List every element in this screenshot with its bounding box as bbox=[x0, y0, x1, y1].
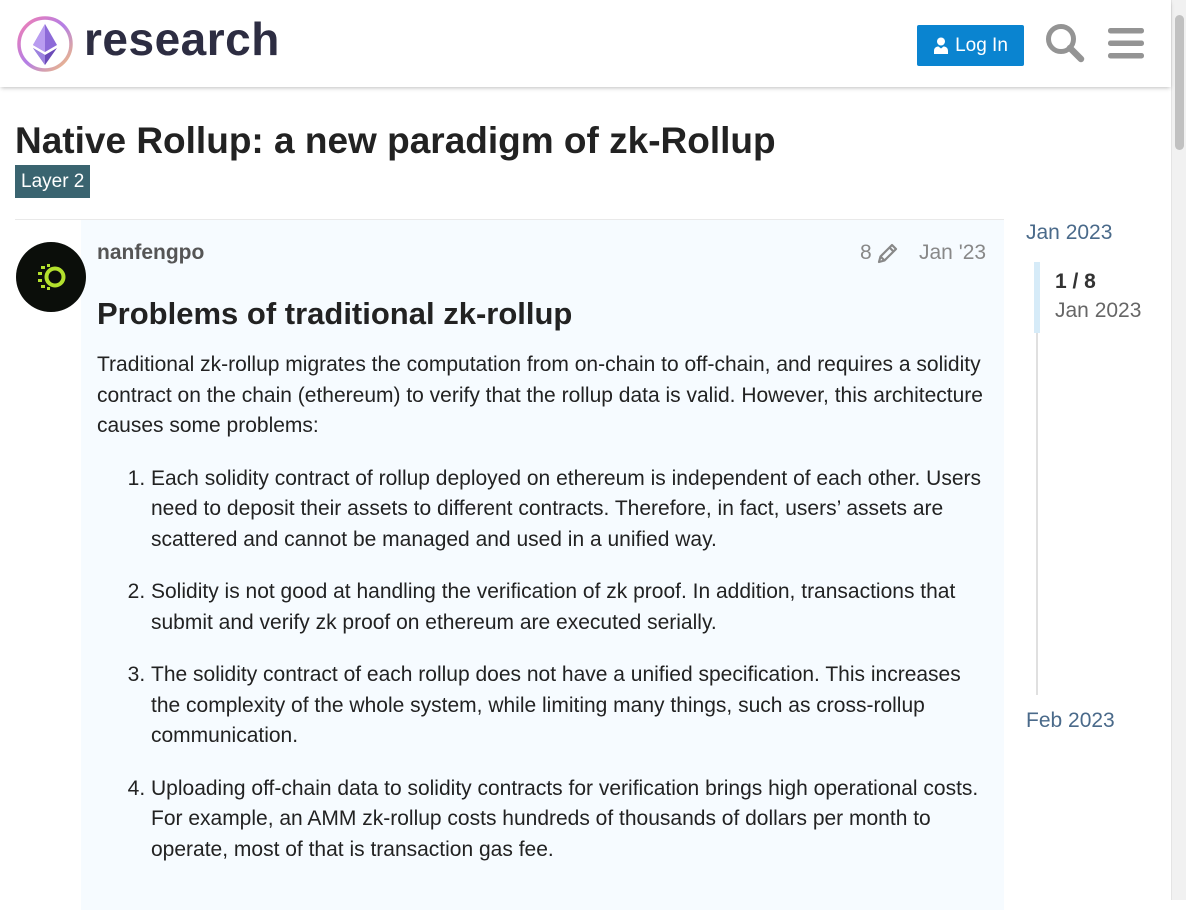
list-item: The solidity contract of each rollup doe… bbox=[151, 660, 992, 752]
user-icon bbox=[934, 37, 949, 54]
search-icon[interactable] bbox=[1044, 22, 1086, 64]
post-heading: Problems of traditional zk-rollup bbox=[97, 296, 573, 331]
list-item: Solidity is not good at handling the ver… bbox=[151, 577, 992, 638]
timeline-end-date[interactable]: Feb 2023 bbox=[1026, 709, 1115, 733]
timeline-scroll-handle[interactable] bbox=[1034, 262, 1040, 333]
topic-title[interactable]: Native Rollup: a new paradigm of zk-Roll… bbox=[15, 120, 776, 162]
timeline-position: 1 / 8 bbox=[1055, 270, 1096, 293]
post-date[interactable]: Jan '23 bbox=[919, 241, 986, 265]
timeline-start-date[interactable]: Jan 2023 bbox=[1026, 221, 1112, 245]
logo-text[interactable]: research bbox=[84, 12, 280, 66]
list-item: Uploading off-chain data to solidity con… bbox=[151, 774, 992, 866]
avatar[interactable] bbox=[16, 242, 86, 312]
problem-list: Each solidity contract of rollup deploye… bbox=[97, 464, 992, 866]
site-header: research Log In bbox=[0, 0, 1171, 87]
post: nanfengpo 8 Jan '23 Problems of traditio… bbox=[15, 219, 1004, 910]
post-username[interactable]: nanfengpo bbox=[97, 241, 204, 265]
post-body: Traditional zk-rollup migrates the compu… bbox=[97, 350, 992, 887]
timeline-current-date: Jan 2023 bbox=[1055, 299, 1142, 322]
edit-history-indicator[interactable]: 8 bbox=[860, 241, 900, 265]
list-item: Each solidity contract of rollup deploye… bbox=[151, 464, 992, 556]
page-scrollbar[interactable] bbox=[1171, 0, 1186, 900]
post-intro: Traditional zk-rollup migrates the compu… bbox=[97, 353, 983, 437]
category-badge[interactable]: Layer 2 bbox=[15, 165, 91, 198]
login-button[interactable]: Log In bbox=[917, 25, 1024, 66]
research-logo-icon[interactable] bbox=[16, 15, 74, 73]
edit-count: 8 bbox=[860, 241, 872, 264]
login-button-label: Log In bbox=[955, 34, 1008, 56]
hamburger-menu-icon[interactable] bbox=[1107, 22, 1145, 64]
scrollbar-thumb[interactable] bbox=[1175, 15, 1184, 150]
pencil-icon bbox=[877, 243, 897, 264]
